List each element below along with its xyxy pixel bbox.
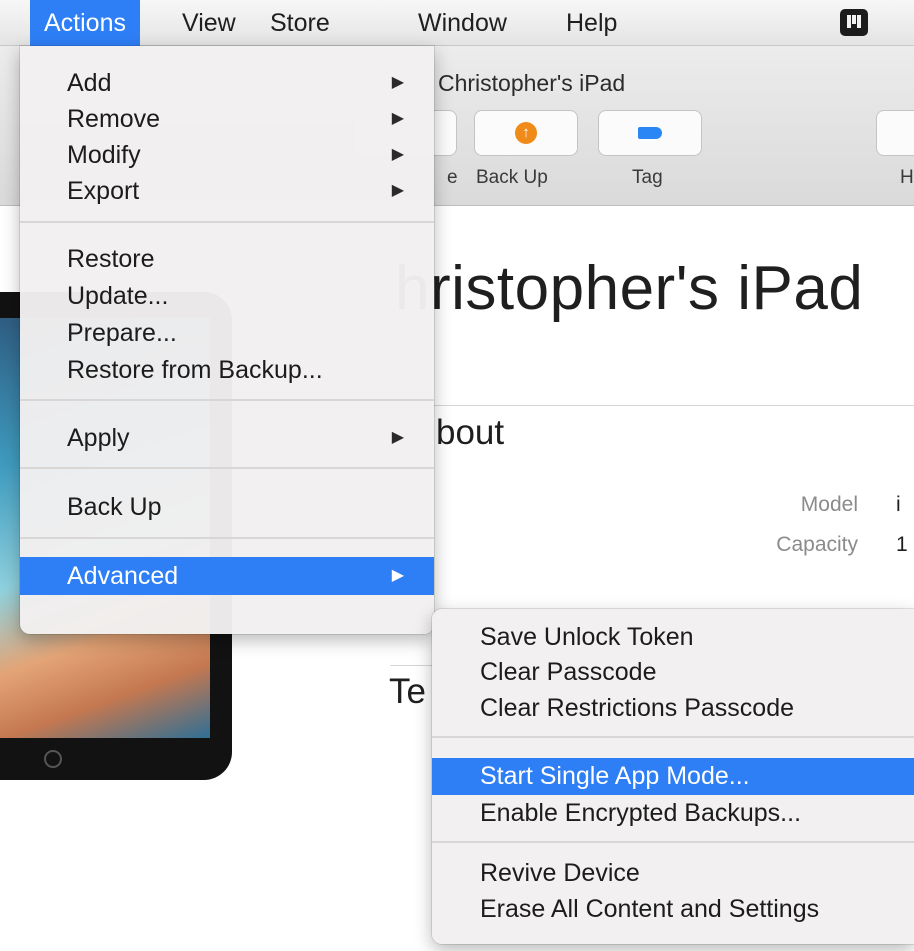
menu-item-modify[interactable]: Modify ▶ [20, 137, 434, 173]
info-value-model: i [896, 493, 901, 516]
menu-item-add[interactable]: Add ▶ [20, 65, 434, 101]
menu-item-label: Clear Passcode [480, 658, 657, 686]
menu-item-label: Prepare... [67, 319, 177, 347]
menu-item-label: Export [67, 177, 140, 205]
menu-item-apply[interactable]: Apply ▶ [20, 420, 434, 456]
menu-item-restore[interactable]: Restore [20, 241, 434, 277]
menu-item-save-unlock-token[interactable]: Save Unlock Token [432, 619, 914, 655]
actions-menu: Add ▶ Remove ▶ Modify ▶ Export ▶ Restore… [20, 46, 434, 634]
menu-item-label: Update... [67, 282, 169, 310]
menu-help[interactable]: Help [552, 0, 631, 46]
info-label-model: Model [800, 493, 858, 516]
menu-item-restore-from-backup[interactable]: Restore from Backup... [20, 352, 434, 388]
menu-actions[interactable]: Actions [30, 0, 140, 46]
menu-item-label: Save Unlock Token [480, 623, 694, 651]
menu-item-label: Restore from Backup... [67, 356, 323, 384]
submenu-arrow-icon: ▶ [391, 567, 404, 584]
menu-item-clear-restrictions-passcode[interactable]: Clear Restrictions Passcode [432, 690, 914, 726]
submenu-arrow-icon: ▶ [391, 74, 404, 91]
menu-bar: Actions View Store Window Help [0, 0, 914, 46]
menu-item-update[interactable]: Update... [20, 278, 434, 314]
tag-icon [638, 127, 662, 139]
menu-item-label: Restore [67, 245, 155, 273]
menu-item-remove[interactable]: Remove ▶ [20, 101, 434, 137]
menu-item-label: Add [67, 69, 112, 97]
menu-item-label: Enable Encrypted Backups... [480, 799, 802, 827]
menu-item-enable-encrypted-backups[interactable]: Enable Encrypted Backups... [432, 795, 914, 831]
menu-item-label: Revive Device [480, 859, 640, 887]
ipad-home-button [44, 750, 62, 768]
backup-arrow-icon: ↑ [515, 122, 537, 144]
tag-toolbar-label: Tag [632, 167, 663, 188]
submenu-arrow-icon: ▶ [391, 110, 404, 127]
menu-item-start-single-app-mode[interactable]: Start Single App Mode... [432, 758, 914, 795]
menu-item-label: Modify [67, 141, 141, 169]
menu-item-label: Advanced [67, 562, 179, 590]
menu-separator [20, 537, 434, 539]
submenu-arrow-icon: ▶ [391, 146, 404, 163]
menu-item-label: Apply [67, 424, 130, 452]
menu-separator [20, 221, 434, 223]
about-heading: bout [436, 413, 505, 452]
menu-item-back-up[interactable]: Back Up [20, 489, 434, 525]
section-heading-partial: Te [389, 672, 426, 711]
advanced-submenu: Save Unlock Token Clear Passcode Clear R… [432, 609, 914, 944]
app-tray-icon[interactable] [840, 9, 868, 36]
menu-item-prepare[interactable]: Prepare... [20, 315, 434, 351]
menu-separator [432, 841, 914, 843]
device-title: hristopher's iPad [395, 254, 864, 323]
menu-item-advanced[interactable]: Advanced ▶ [20, 557, 434, 595]
menu-separator [432, 736, 914, 738]
menu-window[interactable]: Window [404, 0, 521, 46]
menu-item-clear-passcode[interactable]: Clear Passcode [432, 654, 914, 690]
submenu-arrow-icon: ▶ [391, 182, 404, 199]
window-title: Christopher's iPad [438, 70, 626, 96]
menu-view[interactable]: View [168, 0, 250, 46]
menu-item-erase-all-content[interactable]: Erase All Content and Settings [432, 891, 914, 927]
info-label-capacity: Capacity [776, 533, 858, 556]
backup-toolbar-label: Back Up [476, 167, 548, 188]
menu-item-label: Back Up [67, 493, 162, 521]
menu-item-label: Clear Restrictions Passcode [480, 694, 795, 722]
toolbar-button-right-partial[interactable] [876, 110, 914, 156]
menu-item-label: Remove [67, 105, 161, 133]
toolbar-label-right-partial: H [900, 167, 914, 188]
info-value-capacity: 1 [896, 533, 908, 556]
menu-separator [20, 399, 434, 401]
menu-item-revive-device[interactable]: Revive Device [432, 855, 914, 891]
menu-store[interactable]: Store [256, 0, 344, 46]
toolbar-label-partial: e [447, 167, 458, 188]
divider [395, 405, 914, 406]
submenu-arrow-icon: ▶ [391, 429, 404, 446]
menu-separator [20, 467, 434, 469]
menu-item-export[interactable]: Export ▶ [20, 173, 434, 209]
menu-item-label: Erase All Content and Settings [480, 895, 820, 923]
menu-item-label: Start Single App Mode... [480, 762, 750, 790]
